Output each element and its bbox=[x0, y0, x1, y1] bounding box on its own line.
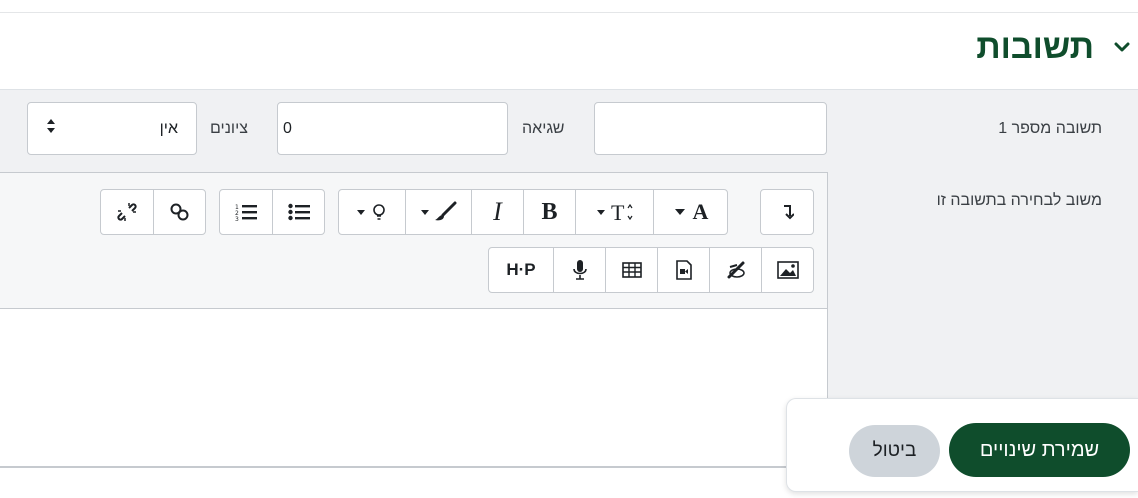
save-changes-button[interactable]: שמירת שינויים bbox=[949, 423, 1130, 477]
toolbar-group-lists: 123 bbox=[219, 189, 325, 235]
grade-label: ציונים bbox=[210, 120, 248, 137]
error-label: שגיאה bbox=[522, 120, 565, 137]
direction-icon[interactable] bbox=[761, 190, 813, 234]
error-value: 0 bbox=[283, 119, 292, 137]
microphone-icon[interactable] bbox=[553, 248, 605, 292]
media-file-icon[interactable] bbox=[657, 248, 709, 292]
toolbar-group-direction bbox=[760, 189, 814, 235]
h5p-icon[interactable]: H·P bbox=[489, 248, 553, 292]
font-size-icon[interactable]: T bbox=[575, 190, 653, 234]
italic-icon[interactable]: I bbox=[471, 190, 523, 234]
brush-drawing-icon[interactable] bbox=[709, 248, 761, 292]
paintbrush-icon[interactable] bbox=[405, 190, 471, 234]
top-divider bbox=[0, 12, 1138, 13]
bullet-list-icon[interactable] bbox=[272, 190, 324, 234]
editor-toolbar: I B T A 123 H·P bbox=[0, 173, 827, 309]
image-icon[interactable] bbox=[761, 248, 813, 292]
sticky-footer: ביטול שמירת שינויים bbox=[786, 398, 1138, 492]
numbered-list-icon[interactable]: 123 bbox=[220, 190, 272, 234]
toolbar-group-links bbox=[100, 189, 206, 235]
lightbulb-icon[interactable] bbox=[339, 190, 405, 234]
feedback-text-area[interactable] bbox=[0, 310, 827, 468]
section-title: תשובות bbox=[976, 28, 1094, 66]
link-icon[interactable] bbox=[153, 190, 205, 234]
toolbar-group-font: I B T A bbox=[338, 189, 728, 235]
answer-label: תשובה מספר 1 bbox=[998, 120, 1102, 137]
chevron-down-icon[interactable] bbox=[1112, 37, 1132, 57]
feedback-editor: I B T A 123 H·P bbox=[0, 172, 828, 468]
toolbar-group-insert: H·P bbox=[488, 247, 814, 293]
error-input[interactable]: 0 bbox=[277, 102, 508, 155]
grade-select[interactable]: אין bbox=[27, 102, 197, 155]
editor-bottom-border bbox=[0, 466, 828, 468]
table-icon[interactable] bbox=[605, 248, 657, 292]
grade-value: אין bbox=[159, 119, 178, 137]
cancel-button[interactable]: ביטול bbox=[849, 425, 940, 477]
answers-section-header[interactable]: תשובות bbox=[976, 30, 1132, 64]
answer-input[interactable] bbox=[594, 102, 827, 155]
svg-text:3: 3 bbox=[235, 216, 239, 221]
font-color-icon[interactable]: A bbox=[653, 190, 727, 234]
feedback-label: משוב לבחירה בתשובה זו bbox=[936, 192, 1102, 209]
svg-text:T: T bbox=[611, 201, 625, 223]
select-arrows-icon bbox=[46, 118, 56, 139]
unlink-icon[interactable] bbox=[101, 190, 153, 234]
bold-icon[interactable]: B bbox=[523, 190, 575, 234]
